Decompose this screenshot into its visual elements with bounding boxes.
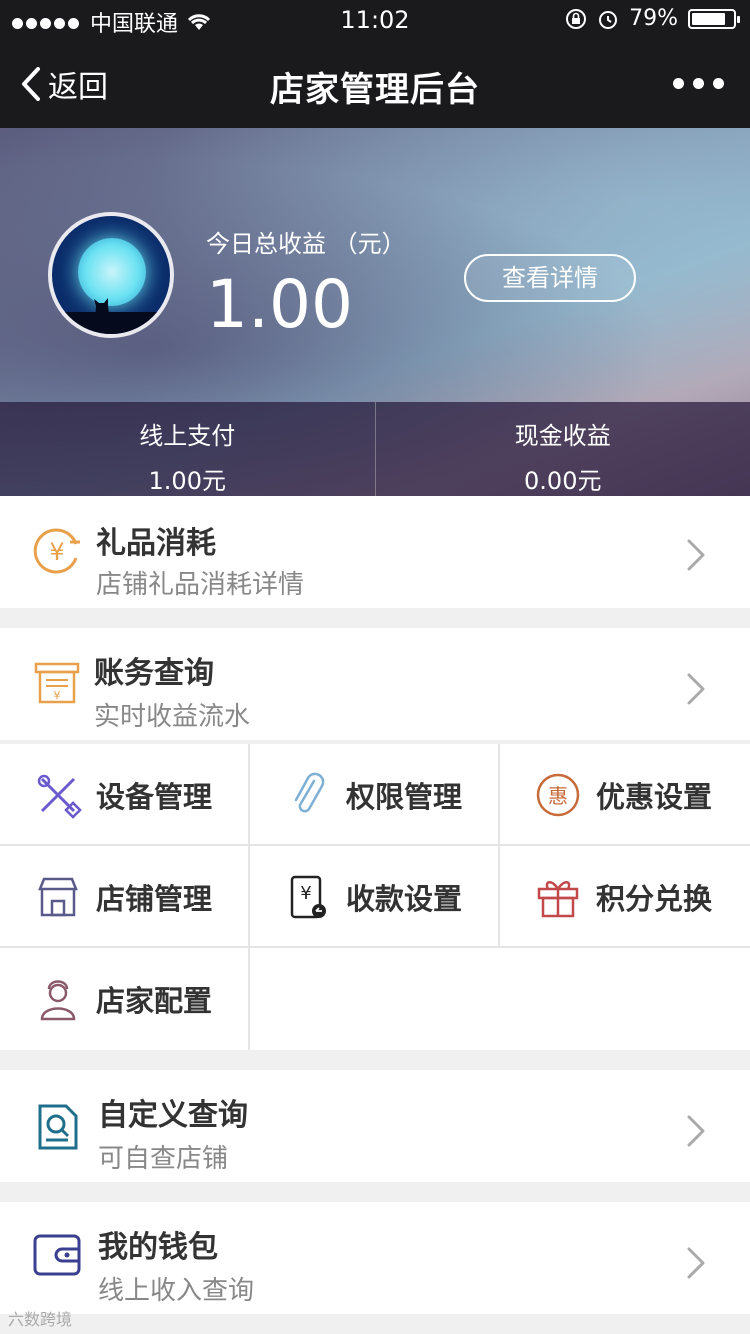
account-query-row[interactable]: ¥ 账务查询 实时收益流水 [0,628,750,740]
gift-icon [537,880,579,917]
svg-text:¥: ¥ [49,538,64,566]
grid-item-device[interactable]: 设备管理 [0,744,248,845]
wallet-icon [33,1234,81,1276]
grid-item-permission[interactable]: 权限管理 [250,744,498,845]
watermark: 六数跨境 [8,1310,73,1329]
grid-label: 积分兑换 [596,881,713,916]
grid-label: 权限管理 [346,779,463,814]
more-button[interactable] [673,78,724,89]
grid-item-payment[interactable]: ¥ 收款设置 [250,846,498,947]
view-details-button[interactable]: 查看详情 [464,254,636,302]
row-title: 我的钱包 [98,1230,218,1265]
discount-icon: 惠 [536,773,580,816]
grid-divider [248,744,250,1050]
stat-label: 线上支付 [139,422,236,450]
avatar[interactable] [48,212,174,338]
row-title: 账务查询 [94,656,214,691]
custom-query-row[interactable]: 自定义查询 可自查店铺 [0,1070,750,1182]
paperclip-icon [294,772,325,812]
chevron-right-icon [687,1115,705,1147]
grid-divider [0,844,750,846]
row-subtitle: 线上收入查询 [98,1276,255,1306]
grid-item-points[interactable]: 积分兑换 [500,846,748,947]
chevron-right-icon [687,1247,705,1279]
alarm-icon [599,10,618,29]
grid-label: 店铺管理 [96,881,213,916]
battery-percent: 79% [629,6,678,31]
today-earnings-label: 今日总收益 （元） [206,230,406,258]
svg-text:¥: ¥ [300,883,311,904]
grid-label: 店家配置 [96,983,213,1018]
gift-consumption-row[interactable]: ¥ 礼品消耗 店铺礼品消耗详情 [0,496,750,608]
battery-icon [688,8,740,29]
cat-silhouette-icon [94,298,110,322]
storefront-icon [38,877,78,916]
status-bar: 中国联通 11:02 79% [0,0,750,40]
ledger-icon: ¥ [34,662,80,704]
grid-item-discount[interactable]: 惠 优惠设置 [500,744,748,845]
earnings-breakdown: 线上支付 1.00元 现金收益 0.00元 [0,402,750,496]
grid-label: 优惠设置 [596,779,713,814]
cash-earnings-stat: 现金收益 0.00元 [374,402,750,496]
stat-value: 1.00元 [148,467,226,495]
rotation-lock-icon [566,8,587,29]
receipt-icon: ¥ [290,875,326,918]
page-title: 店家管理后台 [270,70,480,110]
svg-text:惠: 惠 [548,784,568,808]
earnings-hero: 今日总收益 （元） 1.00 查看详情 线上支付 1.00元 现金收益 0.00… [0,128,750,496]
grid-label: 设备管理 [96,779,213,814]
online-payment-stat: 线上支付 1.00元 [0,402,375,496]
stat-label: 现金收益 [514,422,611,450]
stat-value: 0.00元 [524,467,602,495]
user-icon [40,979,76,1020]
chevron-right-icon [687,673,705,705]
wallet-row[interactable]: 我的钱包 线上收入查询 [0,1202,750,1314]
row-subtitle: 店铺礼品消耗详情 [96,570,305,600]
document-search-icon [38,1104,78,1150]
grid-item-merchant[interactable]: 店家配置 [0,948,248,1049]
grid-item-shop[interactable]: 店铺管理 [0,846,248,947]
tools-icon [37,774,82,819]
chevron-right-icon [687,539,705,571]
row-title: 礼品消耗 [96,526,216,561]
status-right: 79% [565,6,740,31]
row-subtitle: 可自查店铺 [98,1144,229,1174]
row-title: 自定义查询 [98,1098,248,1133]
nav-bar: 返回 店家管理后台 [0,40,750,128]
function-grid: 设备管理 权限管理 惠 优惠设置 店铺管理 ¥ 收款设置 积分兑换 店家配置 [0,744,750,1050]
grid-label: 收款设置 [346,881,463,916]
svg-text:¥: ¥ [54,689,61,702]
grid-divider [498,744,500,948]
row-subtitle: 实时收益流水 [94,702,251,732]
grid-divider [0,946,750,948]
today-earnings-amount: 1.00 [206,266,353,343]
yen-coin-icon: ¥ [33,528,80,574]
